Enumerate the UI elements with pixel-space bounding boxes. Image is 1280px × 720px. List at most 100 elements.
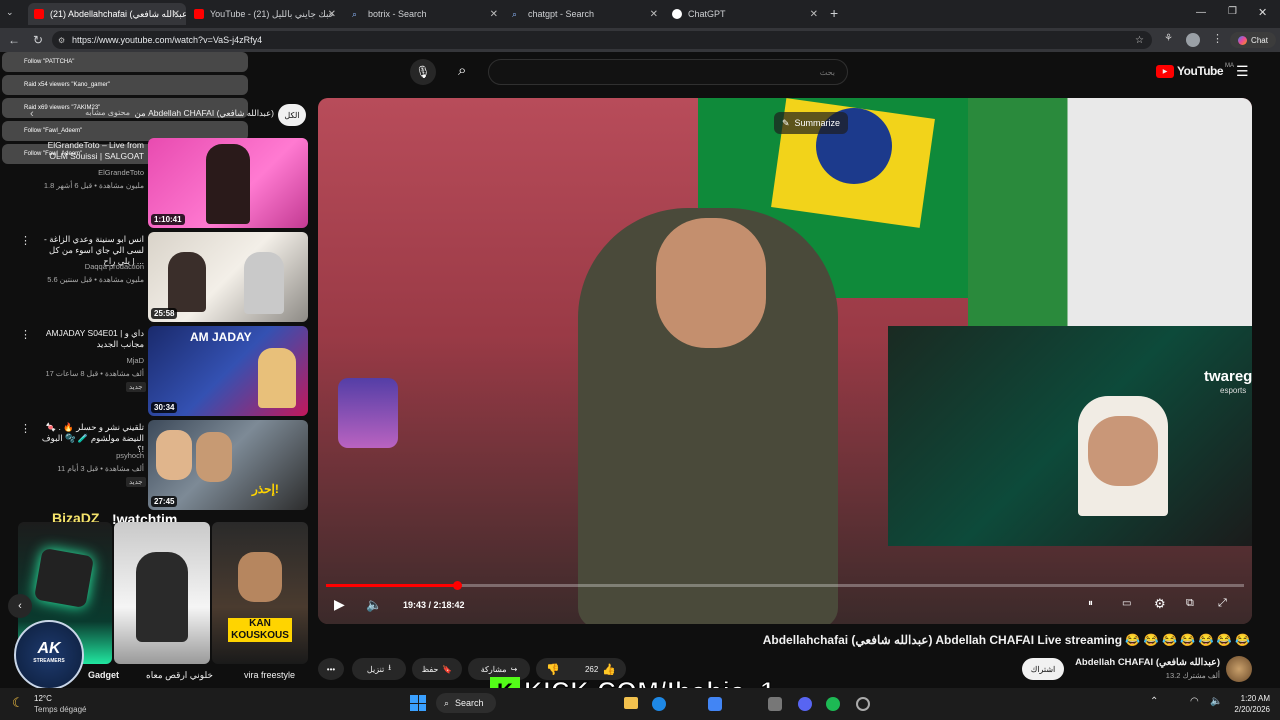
taskbar-app-icon[interactable] <box>652 697 666 711</box>
guide-menu-icon[interactable]: ☰ <box>1236 63 1249 80</box>
ak-logo-subtext: STREAMERS <box>33 658 65 664</box>
taskbar-app-icon[interactable] <box>708 697 722 711</box>
channel-name[interactable]: Abdellah CHAFAI (عبدالله شافعي) <box>1040 657 1220 668</box>
address-bar[interactable]: ⚙ https://www.youtube.com/watch?v=VaS-j4… <box>52 31 1152 49</box>
miniplayer-icon[interactable]: ⧉ <box>1186 597 1194 610</box>
clock-time[interactable]: 1:20 AM <box>1230 694 1270 703</box>
rec-title[interactable]: AMJADAY S04E01 | داي و مجانب الجديد <box>36 328 144 350</box>
short-title[interactable]: Gadget <box>88 670 119 680</box>
subtitles-icon[interactable]: ▭ <box>1122 598 1131 609</box>
fullscreen-icon[interactable]: ⤢ <box>1218 597 1227 610</box>
more-options-icon[interactable]: ⋮ <box>20 328 31 341</box>
tab-youtube-active[interactable]: (21) Abdellahchafai (عبدالله شافعي) ✕ <box>28 3 186 25</box>
save-label: حفظ <box>421 664 439 674</box>
close-window-button[interactable]: ✕ <box>1258 6 1267 19</box>
short-title[interactable]: vira freestyle <box>244 670 295 680</box>
short-thumbnail[interactable] <box>114 522 210 664</box>
speaker-icon[interactable]: 🔈 <box>1210 696 1222 707</box>
tab-chatgpt-search[interactable]: ⌕ chatgpt - Search ✕ <box>506 3 664 25</box>
search-icon[interactable]: ⌕ <box>458 62 466 79</box>
reload-button[interactable]: ↻ <box>30 32 46 48</box>
rec-thumbnail[interactable]: إحذر! 27:45 <box>148 420 308 510</box>
bookmark-star-icon[interactable]: ☆ <box>1135 35 1144 46</box>
duration-badge: 30:34 <box>151 402 178 413</box>
profile-avatar[interactable] <box>1186 33 1200 47</box>
play-button[interactable]: ▶ <box>334 596 345 613</box>
taskbar-app-icon[interactable] <box>768 697 782 711</box>
subscribe-button[interactable]: اشتراك <box>1022 658 1064 680</box>
volume-icon[interactable]: 🔈 <box>366 597 382 613</box>
channel-avatar[interactable] <box>1226 656 1252 682</box>
tab-title: YouTube - (21) حبك جايني بالليل <box>210 8 335 19</box>
rec-channel[interactable]: ElGrandeToto <box>36 168 144 177</box>
chevron-left-icon[interactable]: ‹ <box>30 108 34 120</box>
rec-meta: 17 ألف مشاهدة • قبل 8 ساعات <box>45 369 144 378</box>
wifi-icon[interactable]: ◠ <box>1190 696 1199 707</box>
close-tab-icon[interactable]: ✕ <box>490 9 498 20</box>
shorts-prev-button[interactable]: ‹ <box>8 594 32 618</box>
tab-youtube-2[interactable]: YouTube - (21) حبك جايني بالليل ✕ <box>188 3 342 25</box>
tab-chatgpt[interactable]: ChatGPT ✕ <box>666 3 824 25</box>
download-button[interactable]: تنزيل ⭳ <box>352 658 406 680</box>
more-options-icon[interactable]: ⋮ <box>20 234 31 247</box>
taskbar-search[interactable]: ⌕ Search <box>436 693 496 713</box>
pause-autoplay-icon[interactable]: ⏸ <box>1088 598 1093 609</box>
rec-thumbnail[interactable]: 1:10:41 <box>148 138 308 228</box>
voice-search-button[interactable]: 🎙 <box>410 59 436 85</box>
chat-label: Chat <box>1251 35 1268 45</box>
short-thumbnail[interactable]: KAN KOUSKOUS <box>212 522 308 664</box>
close-tab-icon[interactable]: ✕ <box>172 9 180 20</box>
tray-chevron-icon[interactable]: ⌃ <box>1150 696 1158 707</box>
close-tab-icon[interactable]: ✕ <box>650 9 658 20</box>
copilot-chat-button[interactable]: Chat <box>1230 32 1276 48</box>
dislike-icon[interactable]: 👎 <box>546 663 560 676</box>
youtube-logo[interactable]: ▶ YouTube MA <box>1156 63 1234 78</box>
menu-dots-icon[interactable]: ⋮ <box>1212 32 1223 45</box>
clock-date[interactable]: 2/20/2026 <box>1226 705 1270 714</box>
tab-botrix[interactable]: ⌕ botrix - Search ✕ <box>346 3 504 25</box>
rec-channel[interactable]: psyhoch <box>36 451 144 460</box>
save-button[interactable]: حفظ 🔖 <box>412 658 462 680</box>
back-button[interactable]: ← <box>6 32 22 48</box>
time-display: 19:43 / 2:18:42 <box>403 600 465 610</box>
search-tab-icon: ⌕ <box>352 9 358 19</box>
soldier-face <box>656 218 766 348</box>
new-tab-button[interactable]: + <box>830 5 838 21</box>
minimize-button[interactable]: — <box>1196 7 1206 18</box>
taskbar-app-icon[interactable] <box>624 697 638 709</box>
rec-thumbnail[interactable]: 25:58 <box>148 232 308 322</box>
rec-meta: 1.8 مليون مشاهدة • قبل 6 أشهر <box>43 181 144 190</box>
weather-temp[interactable]: 12°C <box>34 694 52 703</box>
extensions-icon[interactable]: ⚘ <box>1164 33 1173 44</box>
more-options-icon[interactable]: ⋮ <box>20 422 31 435</box>
progress-track[interactable] <box>326 581 1244 590</box>
short-title[interactable]: خلوني ارقص معاه <box>146 670 213 681</box>
weather-icon[interactable]: ☾ <box>12 695 24 711</box>
tab-title: chatgpt - Search <box>528 9 595 19</box>
ak-streamers-logo: AK STREAMERS <box>14 620 84 690</box>
progress-scrubber[interactable] <box>453 581 462 590</box>
close-tab-icon[interactable]: ✕ <box>810 9 818 20</box>
search-input[interactable]: بحث <box>488 59 848 85</box>
site-info-icon[interactable]: ⚙ <box>58 36 65 45</box>
tab-search-button[interactable]: ⌄ <box>6 7 20 21</box>
download-label: تنزيل <box>366 664 385 674</box>
start-button[interactable] <box>410 695 426 711</box>
taskbar-app-icon[interactable] <box>856 697 870 711</box>
filter-related-chip[interactable]: محتوى مشابه <box>76 108 130 117</box>
summarize-button[interactable]: ✎ Summarize <box>774 112 849 134</box>
spotify-icon[interactable] <box>826 697 840 711</box>
taskbar-app-icon[interactable] <box>798 697 812 711</box>
rec-thumbnail[interactable]: AM JADAY 30:34 <box>148 326 308 416</box>
video-player[interactable]: ✎ Summarize twareg esports ▶ 🔈 19:43 / 2… <box>318 98 1252 624</box>
rec-title[interactable]: ElGrandeToto – Live from OLM Souissi | S… <box>36 140 144 162</box>
filter-all-chip[interactable]: الكل <box>278 104 306 126</box>
filter-from-chip[interactable]: من Abdellah CHAFAI (عبدالله شافعي) <box>134 108 274 119</box>
close-tab-icon[interactable]: ✕ <box>328 9 336 20</box>
maximize-button[interactable]: ❐ <box>1228 6 1237 17</box>
rec-channel[interactable]: Daqqa prodaction <box>36 262 144 271</box>
more-actions-button[interactable]: ••• <box>318 658 344 680</box>
settings-gear-icon[interactable]: ⚙ <box>1154 596 1166 612</box>
like-icon[interactable]: 👍 <box>602 663 616 676</box>
rec-channel[interactable]: MjaD <box>36 356 144 365</box>
